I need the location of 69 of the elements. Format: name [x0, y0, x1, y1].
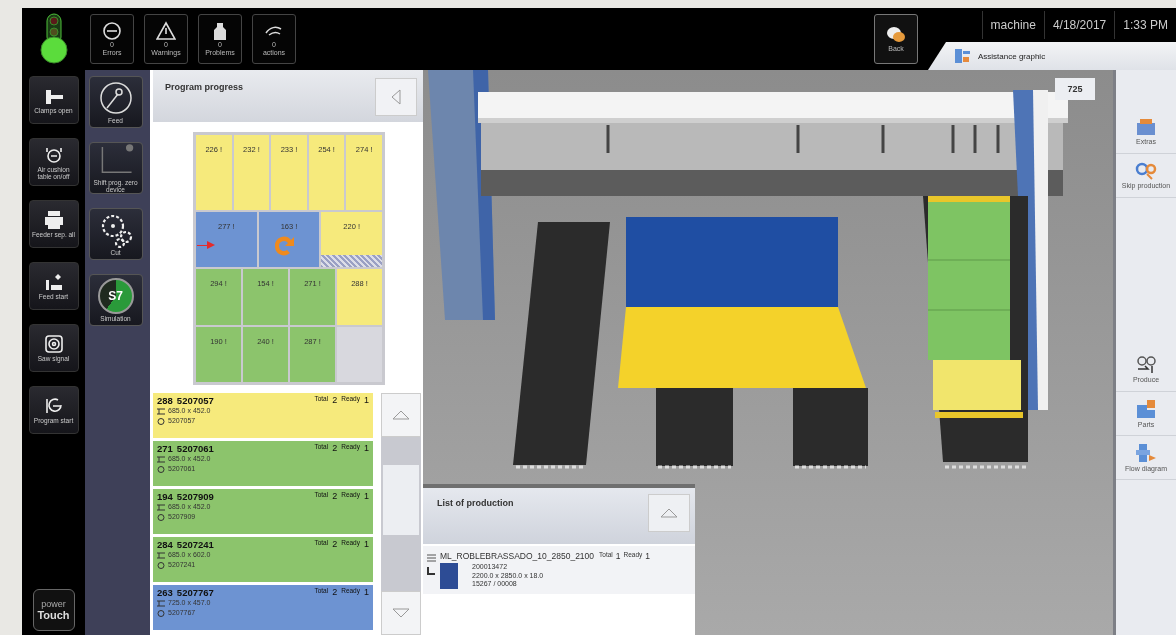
- ready-count: 1: [364, 491, 369, 501]
- part-number: 263: [157, 587, 173, 598]
- down-triangle-icon: [392, 608, 410, 618]
- user-name: machine: [981, 11, 1044, 39]
- part-code: 5207241: [176, 539, 214, 550]
- scroll-thumb[interactable]: [383, 465, 419, 535]
- panel-title: Program progress: [165, 81, 244, 92]
- scroll-up-button[interactable]: [381, 393, 421, 437]
- date-text: 4/18/2017: [1043, 11, 1115, 39]
- pointer-icon: [197, 240, 215, 250]
- part-number: 194: [157, 491, 173, 502]
- part-number: 284: [157, 539, 173, 550]
- ring-icon: [157, 561, 165, 569]
- gears-arrow-icon: [1135, 356, 1157, 374]
- expand-button[interactable]: [648, 494, 690, 532]
- total-count: 2: [332, 587, 338, 597]
- board-thumbnail: [440, 563, 458, 589]
- panel-title: List of production: [437, 498, 514, 508]
- ready-count: 1: [364, 395, 369, 405]
- program-name: ML_ROBLEBRASSADO_10_2850_2100: [440, 551, 595, 561]
- total-count: 2: [332, 443, 338, 453]
- toolbox-icon: [1135, 118, 1157, 136]
- ready-count: 1: [645, 551, 651, 561]
- ring-icon: [157, 513, 165, 521]
- part-code: 5207057: [176, 395, 214, 406]
- total-count: 2: [332, 539, 338, 549]
- corner-icon: [427, 566, 436, 575]
- dimension-icon: [157, 599, 165, 607]
- counter-display: 725: [1055, 78, 1095, 100]
- dimension-icon: [157, 407, 165, 415]
- total-count: 2: [332, 395, 338, 405]
- ready-count: 1: [364, 443, 369, 453]
- ready-count: 1: [364, 587, 369, 597]
- total-count: 1: [615, 551, 621, 561]
- printer-icon: [42, 210, 65, 230]
- traffic-light-icon: [38, 12, 69, 66]
- up-triangle-icon: [392, 410, 410, 420]
- target-icon: [42, 334, 65, 354]
- dimension-icon: [157, 455, 165, 463]
- no-entry-icon: [102, 21, 122, 41]
- ring-icon: [157, 465, 165, 473]
- diagram-icon: [954, 48, 972, 64]
- part-code: 5207909: [176, 491, 214, 502]
- scroll-down-button[interactable]: [381, 591, 421, 635]
- power-touch-logo: power Touch: [32, 589, 75, 631]
- remnant-area[interactable]: [337, 326, 382, 382]
- speech-bubbles-icon: [885, 25, 907, 45]
- sheet-stack-icon: [427, 553, 436, 562]
- parts-icon: [1135, 399, 1157, 419]
- scrollbar[interactable]: [381, 393, 421, 635]
- total-count: 2: [332, 491, 338, 501]
- warning-icon: [156, 21, 176, 41]
- part-code: 5207767: [176, 587, 214, 598]
- collapse-button[interactable]: [375, 78, 417, 116]
- part-number: 271: [157, 443, 173, 454]
- ring-icon: [157, 417, 165, 425]
- view-tab[interactable]: Assistance graphic: [928, 42, 1176, 70]
- ready-count: 1: [364, 539, 369, 549]
- left-triangle-icon: [391, 89, 401, 105]
- ring-icon: [157, 609, 165, 617]
- dimension-icon: [157, 551, 165, 559]
- part-number: 288: [157, 395, 173, 406]
- flow-diagram-icon: [1135, 443, 1157, 463]
- gears-icon: [1135, 162, 1157, 180]
- up-triangle-icon: [660, 508, 678, 518]
- stopwatch-icon: S7: [97, 278, 134, 314]
- dimension-icon: [157, 503, 165, 511]
- time-text: 1:33 PM: [1114, 11, 1176, 39]
- part-code: 5207061: [176, 443, 214, 454]
